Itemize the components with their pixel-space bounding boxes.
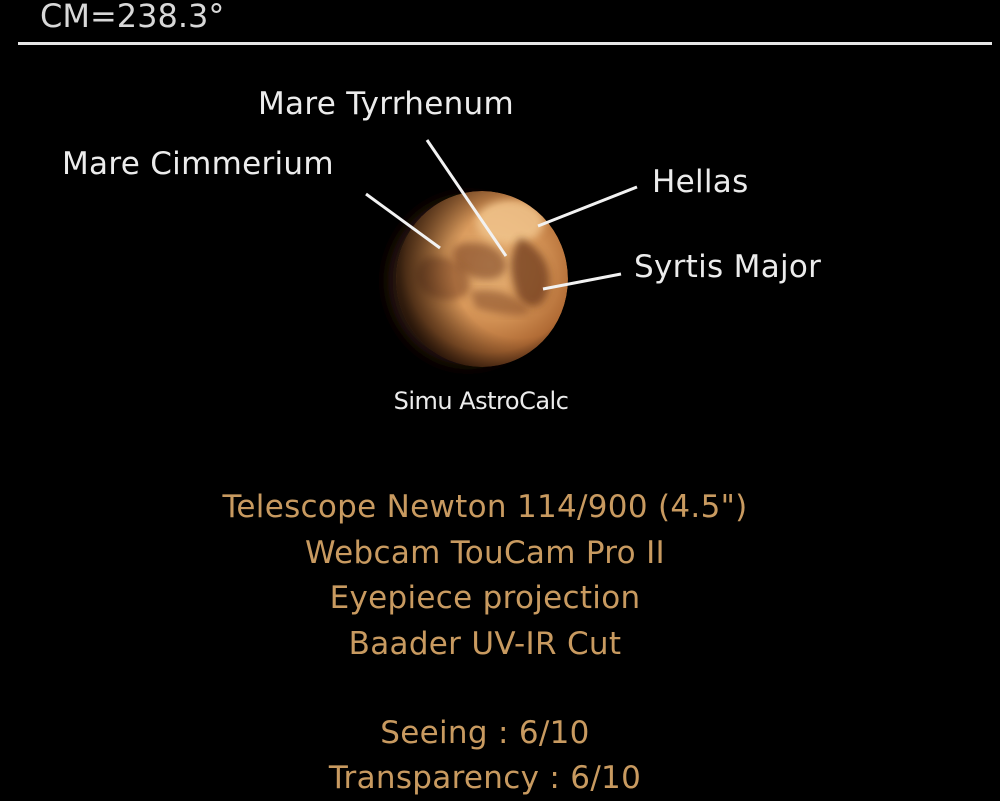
label-hellas: Hellas [652, 164, 749, 200]
pointer-hellas [537, 185, 638, 228]
seeing-rating: Seeing : 6/10 [380, 715, 590, 751]
label-mare-tyrrhenum: Mare Tyrrhenum [258, 86, 514, 122]
label-syrtis-major: Syrtis Major [634, 249, 822, 285]
equipment-filter: Baader UV-IR Cut [348, 625, 622, 662]
transparency-rating: Transparency : 6/10 [328, 760, 642, 796]
observing-conditions: Seeing : 6/10 Transparency : 6/10 [0, 711, 970, 801]
equipment-camera: Webcam TouCam Pro II [305, 534, 665, 571]
equipment-method: Eyepiece projection [329, 580, 641, 616]
mars-disk [396, 191, 568, 367]
equipment-telescope: Telescope Newton 114/900 (4.5") [222, 489, 748, 525]
label-mare-cimmerium: Mare Cimmerium [62, 146, 334, 182]
equipment-list: Telescope Newton 114/900 (4.5") Webcam T… [0, 485, 970, 667]
software-credit: Simu AstroCalc [393, 387, 569, 415]
